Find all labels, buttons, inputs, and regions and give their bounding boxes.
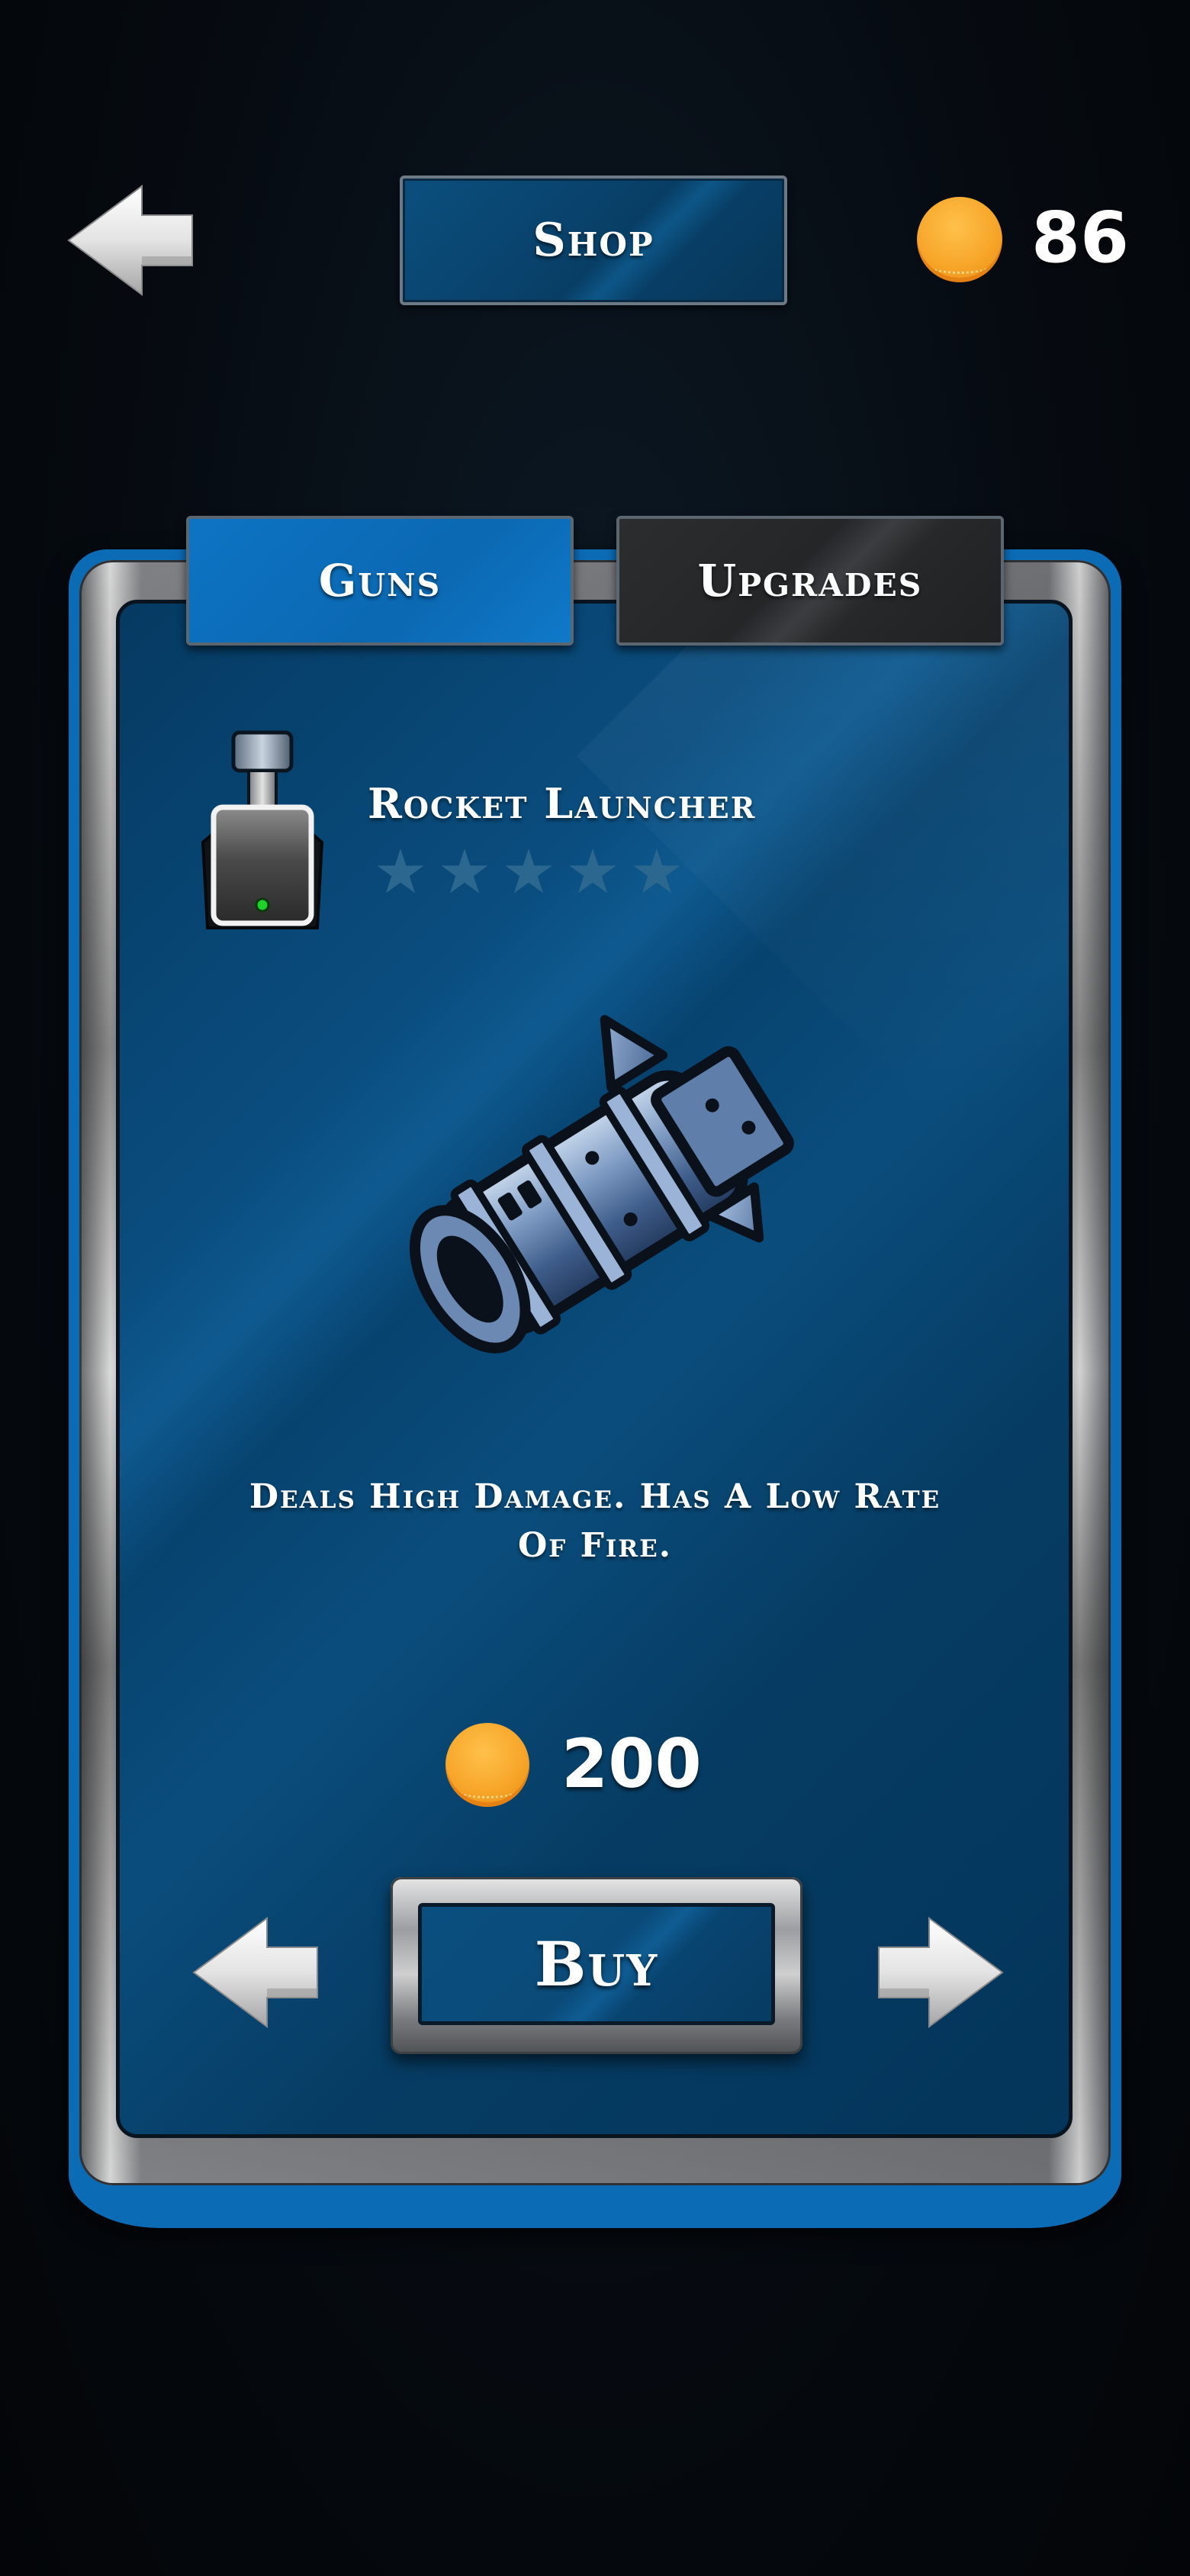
star-empty-icon: ★ — [629, 836, 684, 907]
page-title: Shop — [400, 175, 787, 305]
item-price: 200 — [561, 1724, 702, 1803]
previous-item-button[interactable] — [191, 1915, 320, 2030]
previous-arrow-icon — [192, 1917, 318, 2028]
next-arrow-icon — [878, 1917, 1004, 2028]
tab-upgrades[interactable]: Upgrades — [616, 516, 1004, 646]
gun-icon — [192, 728, 333, 942]
rocket-launcher-icon — [366, 992, 824, 1404]
back-button[interactable] — [66, 183, 195, 298]
item-description: Deals High Damage. Has A Low Rate Of Fir… — [249, 1477, 941, 1565]
buy-button[interactable]: Buy — [418, 1903, 775, 2025]
star-empty-icon: ★ — [437, 836, 492, 907]
item-rating: ★ ★ ★ ★ ★ — [371, 836, 687, 907]
next-item-button[interactable] — [876, 1915, 1005, 2030]
star-empty-icon: ★ — [373, 836, 428, 907]
coin-balance: 86 — [1031, 197, 1130, 279]
coin-icon — [445, 1723, 529, 1807]
star-empty-icon: ★ — [565, 836, 620, 907]
item-name: Rocket Launcher — [368, 779, 757, 828]
coin-icon — [917, 197, 1002, 282]
back-arrow-icon — [67, 185, 193, 296]
tab-guns[interactable]: Guns — [186, 516, 574, 646]
star-empty-icon: ★ — [501, 836, 556, 907]
